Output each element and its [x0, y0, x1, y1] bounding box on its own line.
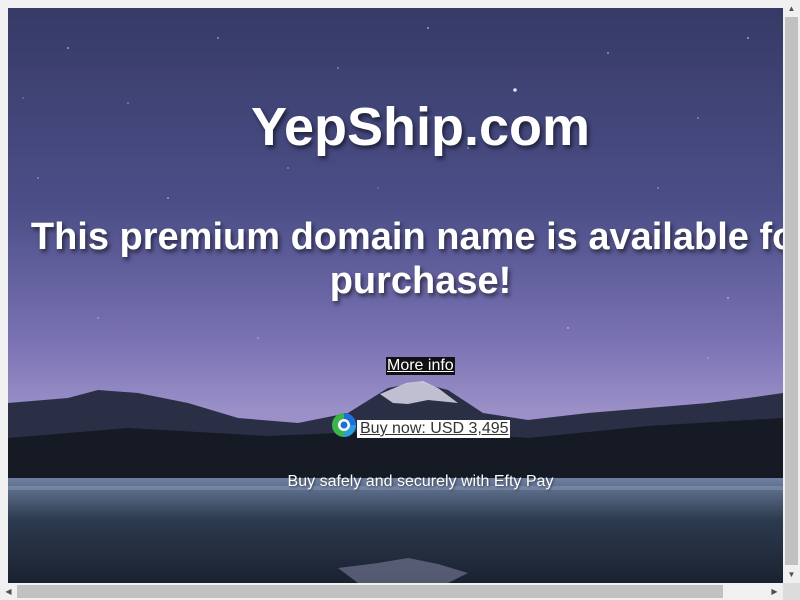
scrollbar-corner [783, 583, 800, 600]
scroll-up-arrow-icon[interactable]: ▲ [783, 0, 800, 17]
buy-now-label[interactable]: Buy now: USD 3,495 [357, 420, 510, 438]
vertical-scrollbar[interactable]: ▲ ▼ [783, 0, 800, 583]
domain-title: YepShip.com [250, 97, 591, 157]
sale-headline: This premium domain name is available fo… [30, 216, 783, 302]
efty-pay-logo-icon [332, 413, 356, 437]
horizontal-scroll-thumb[interactable] [17, 585, 723, 598]
secure-payment-tagline: Buy safely and securely with Efty Pay [287, 473, 554, 490]
scroll-left-arrow-icon[interactable]: ◀ [0, 583, 17, 600]
scroll-right-arrow-icon[interactable]: ▶ [766, 583, 783, 600]
more-info-link[interactable]: More info [386, 357, 455, 375]
vertical-scroll-thumb[interactable] [785, 17, 798, 565]
landing-page: YepShip.com This premium domain name is … [8, 8, 783, 583]
buy-now-link[interactable]: Buy now: USD 3,495 [331, 411, 510, 438]
horizontal-scrollbar[interactable]: ◀ ▶ [0, 583, 783, 600]
scroll-down-arrow-icon[interactable]: ▼ [783, 566, 800, 583]
